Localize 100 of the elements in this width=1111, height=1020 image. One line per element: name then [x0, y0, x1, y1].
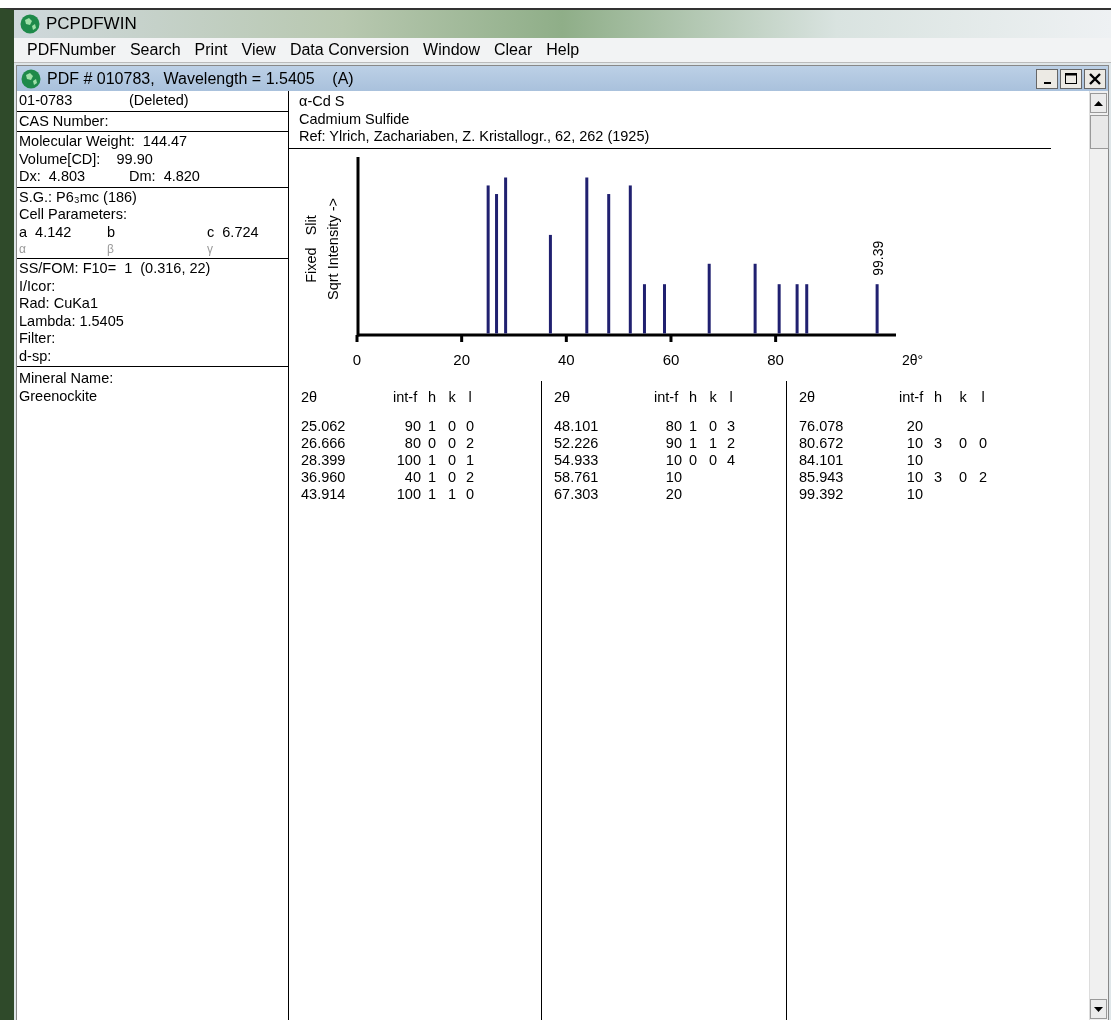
maximize-button[interactable]	[1060, 68, 1082, 89]
column-header: 2θ	[799, 388, 817, 406]
column-header: k	[708, 388, 718, 406]
menu-item[interactable]: Data Conversion	[282, 41, 417, 59]
table-cell-text: 1	[446, 485, 458, 503]
table-cell-text: 90	[664, 434, 682, 452]
column-header: k	[447, 388, 457, 406]
table-cell-text: 80	[403, 434, 421, 452]
menu-item[interactable]: View	[234, 41, 283, 59]
card-text: Dx: 4.803	[19, 168, 87, 186]
column-header: 2θ	[301, 388, 319, 406]
table-cell-text: 0	[426, 434, 438, 452]
table-cell-text: 1	[687, 434, 699, 452]
table-cell-text: 1	[426, 468, 438, 486]
scrollbar[interactable]	[1089, 91, 1108, 1020]
table-cell-text: 2	[977, 468, 989, 486]
table-cell-text: 1	[707, 434, 719, 452]
card-text: a 4.142	[19, 223, 73, 241]
card-text: Rad: CuKa1	[19, 295, 98, 313]
card-text: Mineral Name:	[19, 370, 114, 388]
angle-label: α	[19, 241, 27, 257]
scroll-down-button[interactable]	[1090, 999, 1107, 1019]
table-cell-text: 54.933	[554, 451, 600, 469]
app-title: PCPDFWIN	[46, 14, 137, 34]
table-cell-text: 0	[977, 434, 989, 452]
table-cell-text: 10	[664, 468, 682, 486]
table-cell-text: 2	[725, 434, 737, 452]
down-arrow-icon	[1094, 1006, 1103, 1012]
header-text: Cadmium Sulfide	[299, 110, 411, 128]
table-cell-text: 43.914	[301, 485, 347, 503]
table-cell-text: 1	[426, 417, 438, 435]
column-header: 2θ	[554, 388, 572, 406]
up-arrow-icon	[1094, 100, 1103, 106]
menu-item[interactable]: Clear	[487, 41, 540, 59]
table-cell-text: 58.761	[554, 468, 600, 486]
scroll-up-button[interactable]	[1090, 93, 1107, 113]
table-cell-text: 0	[957, 468, 969, 486]
window-title: PDF # 010783, Wavelength = 1.5405 (A)	[47, 69, 355, 88]
table-cell-text: 3	[725, 417, 737, 435]
table-cell-text: 80	[664, 417, 682, 435]
table-cell-text: 0	[446, 417, 458, 435]
tick-label: 0	[352, 350, 362, 368]
table-cell-text: 3	[932, 434, 944, 452]
card-text: I/Icor:	[19, 277, 56, 295]
minimize-button[interactable]	[1036, 68, 1058, 89]
table-cell-text: 100	[395, 451, 421, 469]
menu-item[interactable]: Search	[122, 41, 188, 59]
tick-label: 40	[558, 350, 575, 368]
menu-item[interactable]: Help	[539, 41, 587, 59]
column-header: h	[687, 388, 699, 406]
card-text: d-sp:	[19, 347, 52, 365]
tick-label: 80	[767, 350, 784, 368]
table-cell-text: 3	[932, 468, 944, 486]
table-cell-text: 1	[687, 417, 699, 435]
table-cell-text: 0	[707, 451, 719, 469]
angle-label: β	[107, 241, 115, 257]
table-cell-text: 84.101	[799, 451, 845, 469]
menu-item[interactable]: Window	[416, 41, 487, 59]
table-cell-text: 67.303	[554, 485, 600, 503]
column-header: h	[932, 388, 944, 406]
card-text: S.G.: P6₃mc (186)	[19, 188, 137, 206]
minimize-icon	[1043, 81, 1051, 84]
table-cell-text: 0	[957, 434, 969, 452]
table-cell-text: 48.101	[554, 417, 600, 435]
table-cell-text: 10	[905, 451, 923, 469]
table-cell-text: 10	[664, 451, 682, 469]
card-text: Volume[CD]: 99.90	[19, 150, 153, 168]
angle-label: γ	[207, 241, 213, 257]
table-cell-text: 0	[464, 485, 476, 503]
header-text: Ref: Ylrich, Zachariaben, Z. Kristallogr., 62, 262 (1925)	[299, 128, 651, 146]
table-cell-text: 20	[664, 485, 682, 503]
table-cell-text: 26.666	[301, 434, 347, 452]
table-cell-text: 1	[426, 485, 438, 503]
card-text: CAS Number:	[19, 112, 109, 130]
table-cell-text: 10	[905, 434, 923, 452]
maximize-icon	[1065, 73, 1077, 84]
table-cell-text: 2	[464, 434, 476, 452]
scroll-thumb[interactable]	[1090, 115, 1109, 149]
close-button[interactable]	[1084, 68, 1106, 89]
menu-item[interactable]: Print	[187, 41, 235, 59]
menu-item[interactable]: PDFNumber	[20, 41, 123, 59]
table-cell-text: 40	[403, 468, 421, 486]
card-text: Molecular Weight: 144.47	[19, 133, 188, 151]
table-cell-text: 0	[446, 434, 458, 452]
globe-icon	[20, 14, 40, 34]
table-cell-text: 76.078	[799, 417, 845, 435]
close-icon	[1089, 72, 1101, 85]
table-cell-text: 25.062	[301, 417, 347, 435]
column-header: int-f	[898, 388, 923, 406]
table-cell-text: 52.226	[554, 434, 600, 452]
column-header: h	[426, 388, 438, 406]
axis-label: 2θ°	[902, 351, 924, 368]
card-text: Filter:	[19, 330, 56, 348]
column-header: int-f	[392, 388, 419, 406]
axis-label: Fixed Slit	[303, 214, 319, 283]
peak-bar	[663, 283, 666, 333]
peak-bar	[707, 263, 711, 333]
peak-bar	[777, 283, 781, 333]
table-cell-text: 80.672	[799, 434, 845, 452]
card-text: Dm: 4.820	[129, 168, 200, 186]
